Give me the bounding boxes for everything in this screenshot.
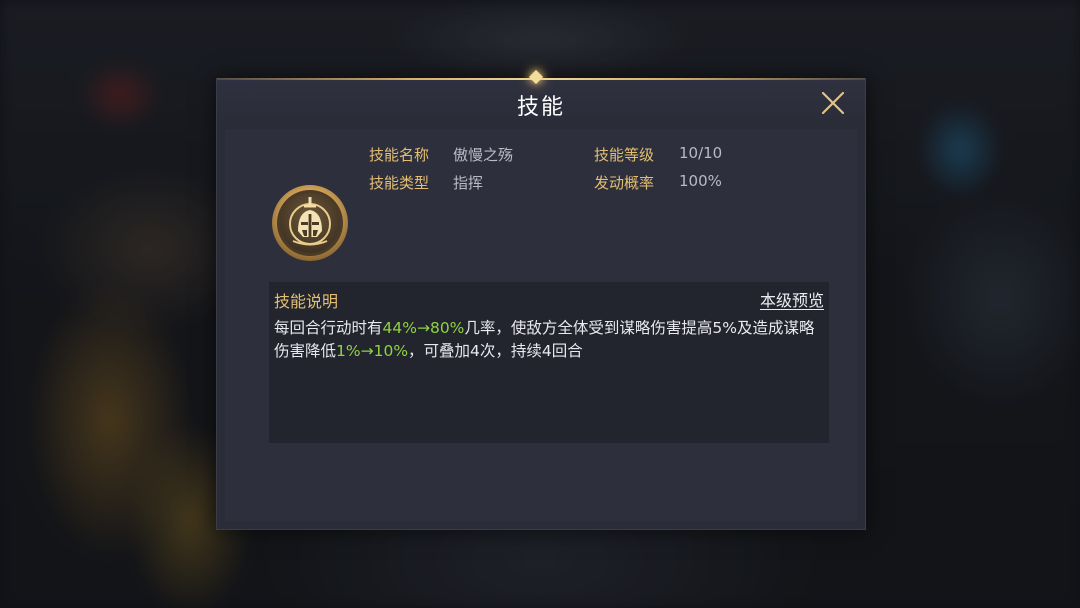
skill-icon-frame <box>271 184 349 262</box>
close-x-icon <box>821 91 845 115</box>
desc-highlight-value: 44%→80% <box>382 319 465 337</box>
description-text: 每回合行动时有44%→80%几率，使敌方全体受到谋略伤害提高5%及造成谋略伤害降… <box>274 317 824 363</box>
skill-description-box: 技能说明 本级预览 每回合行动时有44%→80%几率，使敌方全体受到谋略伤害提高… <box>269 282 829 443</box>
knight-helmet-icon <box>272 185 348 261</box>
close-button[interactable] <box>819 89 847 117</box>
dialog-title: 技能 <box>516 95 565 120</box>
skill-type-label: 技能类型 <box>369 174 430 192</box>
trigger-chance-label: 发动概率 <box>594 174 655 192</box>
desc-segment: 每回合行动时有 <box>274 319 383 337</box>
desc-segment: ，可叠加4次，持续4回合 <box>408 342 583 360</box>
skill-type-value: 指挥 <box>453 174 484 192</box>
description-title: 技能说明 <box>274 292 339 311</box>
desc-highlight-value: 1%→10% <box>336 342 409 360</box>
dialog-body: 技能名称 傲慢之殇 技能等级 10/10 技能类型 指挥 发动概率 100% 技… <box>225 129 857 521</box>
skill-level-value: 10/10 <box>679 144 723 162</box>
level-preview-link[interactable]: 本级预览 <box>760 287 824 311</box>
trigger-chance-value: 100% <box>679 172 722 190</box>
skill-dialog: 技能 技能名称 傲慢之殇 技能等级 10/10 技能类型 指挥 发动概率 100… <box>216 69 866 530</box>
skill-name-label: 技能名称 <box>369 146 430 164</box>
skill-level-label: 技能等级 <box>594 146 655 164</box>
skill-name-value: 傲慢之殇 <box>453 146 514 164</box>
